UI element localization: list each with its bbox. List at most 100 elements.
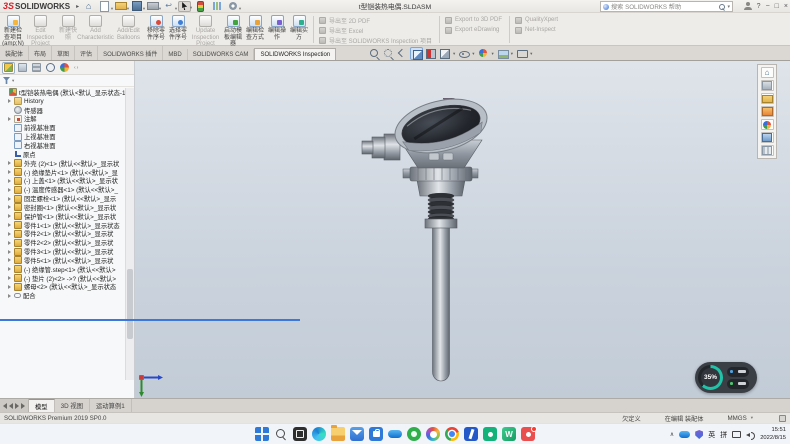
print-icon[interactable] bbox=[146, 1, 159, 12]
expand-arrow-icon[interactable] bbox=[8, 232, 13, 236]
edit-appearance-icon[interactable] bbox=[477, 47, 490, 60]
tree-item[interactable]: (-) 温度传感器<1> (默认<<默认>_ bbox=[0, 185, 125, 194]
task-view-taskbar-icon[interactable] bbox=[293, 427, 307, 441]
tree-item[interactable]: 注解 bbox=[0, 115, 125, 124]
display-style-icon[interactable] bbox=[438, 47, 451, 60]
dropdown-caret-icon[interactable]: ▾ bbox=[492, 51, 494, 57]
ime-indicator-2[interactable]: 拼 bbox=[720, 430, 727, 440]
edit-operation-button[interactable]: 编辑操作 bbox=[266, 14, 288, 45]
view-orientation-icon[interactable] bbox=[410, 47, 423, 60]
security-shield-icon[interactable] bbox=[695, 430, 703, 439]
tree-item[interactable]: 零件2<1> (默认<<默认>_显示状 bbox=[0, 230, 125, 239]
tree-item[interactable]: 螺母<2> (默认<<默认>_显示状态 bbox=[0, 283, 125, 292]
status-options-icon[interactable] bbox=[779, 415, 786, 422]
badge-button-top[interactable] bbox=[727, 367, 749, 377]
tab-scroll-arrows[interactable] bbox=[0, 399, 29, 412]
expand-arrow-icon[interactable] bbox=[8, 161, 13, 165]
zoom-fit-icon[interactable] bbox=[368, 47, 381, 60]
filter-funnel-icon[interactable] bbox=[3, 77, 10, 84]
expand-arrow-icon[interactable] bbox=[8, 267, 13, 271]
export-3d-pdf-button[interactable]: Export to 3D PDF bbox=[445, 16, 502, 24]
pattern-icon[interactable] bbox=[761, 145, 774, 156]
export-sw-inspection-project-button[interactable]: 导出至 SOLIDWORKS Inspection 项目 bbox=[319, 36, 432, 44]
panel-tab-arrows[interactable]: ‹› bbox=[74, 65, 79, 71]
close-button[interactable] bbox=[784, 3, 788, 10]
expand-arrow-icon[interactable] bbox=[8, 205, 13, 209]
tree-item[interactable]: History bbox=[0, 97, 125, 106]
qat-expand-icon[interactable]: ▸ bbox=[76, 3, 79, 10]
home-icon[interactable] bbox=[761, 67, 774, 78]
tree-scrollbar-thumb[interactable] bbox=[127, 269, 133, 339]
tree-item[interactable]: 零件1<1> (默认<<默认>_显示状态 bbox=[0, 221, 125, 230]
appearances-icon[interactable] bbox=[761, 119, 774, 130]
tree-item[interactable]: 零件2<2> (默认<<默认>_显示状 bbox=[0, 238, 125, 247]
tree-item[interactable]: 零件5<1> (默认<<默认>_显示状 bbox=[0, 256, 125, 265]
expand-arrow-icon[interactable] bbox=[8, 285, 13, 289]
search-box[interactable]: 搜索 SOLIDWORKS 帮助 ▾ bbox=[600, 1, 733, 12]
view-palette-icon[interactable] bbox=[761, 106, 774, 117]
units-dropdown-icon[interactable]: ▾ bbox=[751, 415, 753, 421]
tab-mbd[interactable]: MBD bbox=[163, 49, 187, 60]
add-characteristic-button[interactable]: Add Characteristic bbox=[79, 14, 112, 45]
tree-item[interactable]: 传感器 bbox=[0, 106, 125, 115]
dropdown-caret-icon[interactable]: ▾ bbox=[530, 51, 532, 57]
previous-view-icon[interactable] bbox=[396, 47, 409, 60]
dropdown-caret-icon[interactable]: ▾ bbox=[472, 51, 474, 57]
open-icon[interactable] bbox=[114, 1, 127, 12]
new-document-icon[interactable] bbox=[98, 1, 111, 12]
tab-assembly[interactable]: 装配体 bbox=[0, 46, 29, 60]
speaker-icon[interactable] bbox=[746, 431, 755, 439]
expand-arrow-icon[interactable] bbox=[8, 197, 13, 201]
view-settings-icon[interactable] bbox=[515, 47, 528, 60]
expand-arrow-icon[interactable] bbox=[8, 241, 13, 245]
app-blue-taskbar-icon[interactable] bbox=[464, 427, 478, 441]
onedrive-tray-icon[interactable] bbox=[679, 431, 690, 438]
file-properties-icon[interactable] bbox=[210, 1, 223, 12]
thermocouple-model[interactable] bbox=[340, 98, 500, 394]
tree-scrollbar[interactable] bbox=[125, 88, 134, 380]
start-taskbar-icon[interactable] bbox=[255, 427, 269, 441]
app-red-taskbar-icon[interactable] bbox=[521, 427, 535, 441]
expand-arrow-icon[interactable] bbox=[8, 250, 13, 254]
edit-specification-button[interactable]: 编辑实方 bbox=[288, 14, 310, 45]
tree-item[interactable]: t型铠装热电偶 (默认<默认_显示状态-1 bbox=[0, 88, 125, 97]
section-view-icon[interactable] bbox=[424, 47, 437, 60]
graphics-viewport[interactable]: ‹› ▾ t型铠装热电偶 (默认<默认_显示状态-1History传感器注解前视… bbox=[0, 61, 790, 398]
tree-item[interactable]: (-) 垫片 (2)<2> ->? (默认<<默认> bbox=[0, 274, 125, 283]
search-icon[interactable] bbox=[719, 4, 725, 10]
store-taskbar-icon[interactable] bbox=[369, 427, 383, 441]
expand-arrow-icon[interactable] bbox=[8, 170, 13, 174]
dimxpertmanager-tab[interactable] bbox=[44, 62, 57, 74]
recorder-badge[interactable]: 35% bbox=[695, 362, 757, 393]
expand-arrow-icon[interactable] bbox=[8, 258, 13, 262]
wps-taskbar-icon[interactable]: W bbox=[502, 427, 516, 441]
minimize-button[interactable] bbox=[766, 3, 770, 10]
new-inspection-project-button[interactable]: 新建检查项目 (amp;N) bbox=[2, 14, 24, 45]
tree-item[interactable]: (-) 绝缘管.step<1> (默认<<默认> bbox=[0, 265, 125, 274]
tree-item[interactable]: 零件3<1> (默认<<默认>_显示状 bbox=[0, 247, 125, 256]
photos-taskbar-icon[interactable] bbox=[426, 427, 440, 441]
featuremanager-tab[interactable] bbox=[2, 62, 15, 74]
qualityxpert-button[interactable]: QualityXpert bbox=[515, 16, 558, 24]
tab-layout[interactable]: 布局 bbox=[29, 46, 52, 60]
select-cursor-icon[interactable] bbox=[178, 1, 191, 12]
file-explorer-icon[interactable] bbox=[761, 93, 774, 104]
expand-arrow-icon[interactable] bbox=[8, 99, 13, 103]
app-green-taskbar-icon[interactable] bbox=[407, 427, 421, 441]
edit-inspection-method-button[interactable]: 编辑检查方式 bbox=[244, 14, 266, 45]
tree-item[interactable]: 前视基准面 bbox=[0, 123, 125, 132]
tree-item[interactable]: 固定螺栓<1> (默认<<默认>_显示 bbox=[0, 194, 125, 203]
file-explorer-taskbar-icon[interactable] bbox=[331, 427, 345, 441]
ime-indicator[interactable]: 英 bbox=[708, 430, 715, 440]
new-snapshot-button[interactable]: 新建快照 bbox=[57, 14, 79, 45]
design-library-icon[interactable] bbox=[761, 80, 774, 91]
zoom-area-icon[interactable] bbox=[382, 47, 395, 60]
save-icon[interactable] bbox=[130, 1, 143, 12]
tree-item[interactable]: (-) 上盖<1> (默认<<默认>_显示状 bbox=[0, 176, 125, 185]
tree-item[interactable]: 密封圈<1> (默认<<默认>_显示状 bbox=[0, 203, 125, 212]
expand-arrow-icon[interactable] bbox=[8, 214, 13, 218]
apply-scene-icon[interactable] bbox=[496, 47, 509, 60]
configurationmanager-tab[interactable] bbox=[30, 62, 43, 74]
tree-item[interactable]: 保护管<1> (默认<<默认>_显示状 bbox=[0, 212, 125, 221]
doc-tab-3d-views[interactable]: 3D 视图 bbox=[55, 399, 90, 412]
